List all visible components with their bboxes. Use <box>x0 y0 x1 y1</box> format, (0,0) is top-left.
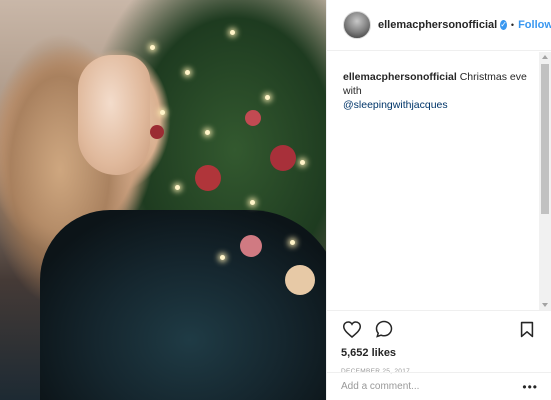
tree-light <box>265 95 270 100</box>
post-actions-section: 5,652 likes DECEMBER 25, 2017 <box>327 310 551 375</box>
tree-light <box>290 240 295 245</box>
separator-dot: • <box>510 20 515 30</box>
caption-mention-link[interactable]: @sleepingwithjacques <box>343 99 448 111</box>
scroll-down-arrow-icon[interactable] <box>542 303 548 307</box>
scrollbar-thumb[interactable] <box>541 64 549 214</box>
verified-badge-icon: ✓ <box>500 20 507 30</box>
tree-ornament <box>240 235 262 257</box>
tree-light <box>185 70 190 75</box>
tree-light <box>220 255 225 260</box>
tree-light <box>175 185 180 190</box>
avatar[interactable] <box>343 11 371 39</box>
bookmark-icon[interactable] <box>516 318 538 340</box>
scroll-up-arrow-icon[interactable] <box>542 55 548 59</box>
photo-coat <box>40 210 326 400</box>
heart-icon[interactable] <box>341 318 363 340</box>
tree-light <box>250 200 255 205</box>
action-icons-row <box>341 317 538 341</box>
tree-ornament <box>150 125 164 139</box>
tree-ornament <box>285 265 315 295</box>
tree-ornament <box>195 165 221 191</box>
tree-light <box>300 160 305 165</box>
tree-ornament <box>270 145 296 171</box>
tree-light <box>150 45 155 50</box>
photo-face <box>78 55 150 175</box>
post-side-panel: ellemacphersonofficial ✓ • Follow ellema… <box>326 0 551 400</box>
add-comment-input[interactable] <box>341 381 523 392</box>
add-comment-bar: ••• <box>327 372 551 400</box>
post-photo[interactable] <box>0 0 326 400</box>
likes-count[interactable]: 5,652 likes <box>341 347 538 359</box>
comments-scrollbar[interactable] <box>539 52 551 310</box>
author-username[interactable]: ellemacphersonofficial <box>378 19 497 31</box>
comment-icon[interactable] <box>373 318 395 340</box>
follow-button[interactable]: Follow <box>518 19 551 31</box>
caption-username[interactable]: ellemacphersonofficial <box>343 71 457 83</box>
tree-light <box>160 110 165 115</box>
tree-light <box>205 130 210 135</box>
more-options-icon[interactable]: ••• <box>522 380 538 394</box>
post-header: ellemacphersonofficial ✓ • Follow <box>327 0 551 51</box>
caption-area: ellemacphersonofficial Christmas eve wit… <box>327 52 540 310</box>
tree-light <box>230 30 235 35</box>
tree-ornament <box>245 110 261 126</box>
